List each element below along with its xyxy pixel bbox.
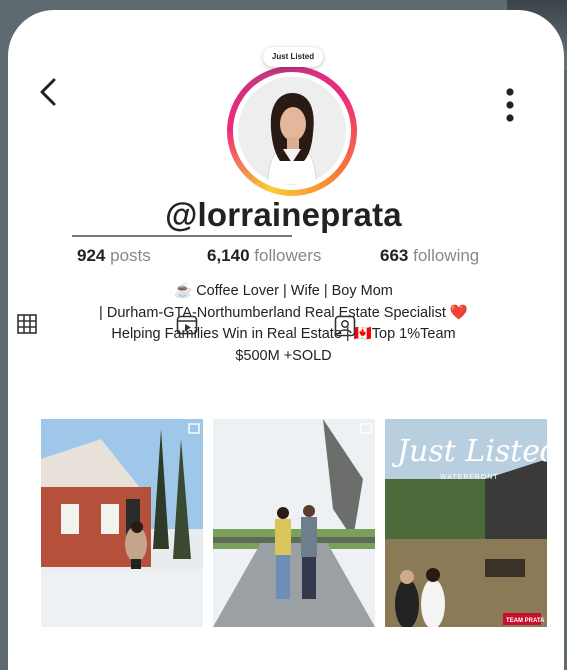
- bio-line: ☕ Coffee Lover | Wife | Boy Mom: [174, 283, 393, 299]
- avatar-note-bubble[interactable]: Just Listed: [263, 47, 323, 67]
- profile-username: @lorraineprata: [165, 196, 402, 233]
- bio-line: Helping Families Win in Real Estate | 🇨🇦…: [111, 326, 456, 342]
- post-subline: WATERFRONT: [440, 474, 499, 481]
- stat-followers[interactable]: 6,140 followers: [207, 246, 321, 266]
- following-count: 663: [380, 246, 409, 265]
- profile-avatar[interactable]: [227, 66, 357, 196]
- post-headline: Just Listed: [391, 434, 547, 469]
- post-badge: TEAM PRATA: [506, 618, 545, 624]
- profile-stats: 924 posts 6,140 followers 663 following: [0, 246, 567, 270]
- bio-line: $500M +SOLD: [235, 347, 332, 364]
- followers-count: 6,140: [207, 246, 250, 265]
- stat-posts[interactable]: 924 posts: [77, 246, 151, 266]
- tagged-icon[interactable]: [334, 315, 356, 337]
- profile-bio: ☕ Coffee Lover | Wife | Boy Mom | Durham…: [0, 281, 567, 367]
- more-vertical-icon: [506, 88, 514, 122]
- more-options-button[interactable]: [496, 86, 524, 126]
- username-underline: [72, 235, 292, 237]
- followers-label: followers: [254, 246, 322, 265]
- post-thumbnail-1[interactable]: [41, 419, 203, 627]
- bio-line: | Durham-GTA-Northumberland Real Estate …: [99, 304, 468, 321]
- grid-icon[interactable]: [17, 314, 37, 334]
- back-button[interactable]: [34, 76, 66, 108]
- following-label: following: [413, 246, 480, 265]
- reels-icon[interactable]: [176, 315, 198, 335]
- stat-following[interactable]: 663 following: [380, 246, 479, 266]
- posts-count: 924: [77, 246, 106, 265]
- posts-label: posts: [110, 246, 151, 265]
- post-thumbnail-3[interactable]: Just Listed WATERFRONT TEAM PRATA: [385, 419, 547, 627]
- avatar-photo: [238, 77, 346, 185]
- chevron-left-icon: [40, 78, 56, 106]
- post-thumbnail-2[interactable]: [213, 419, 375, 627]
